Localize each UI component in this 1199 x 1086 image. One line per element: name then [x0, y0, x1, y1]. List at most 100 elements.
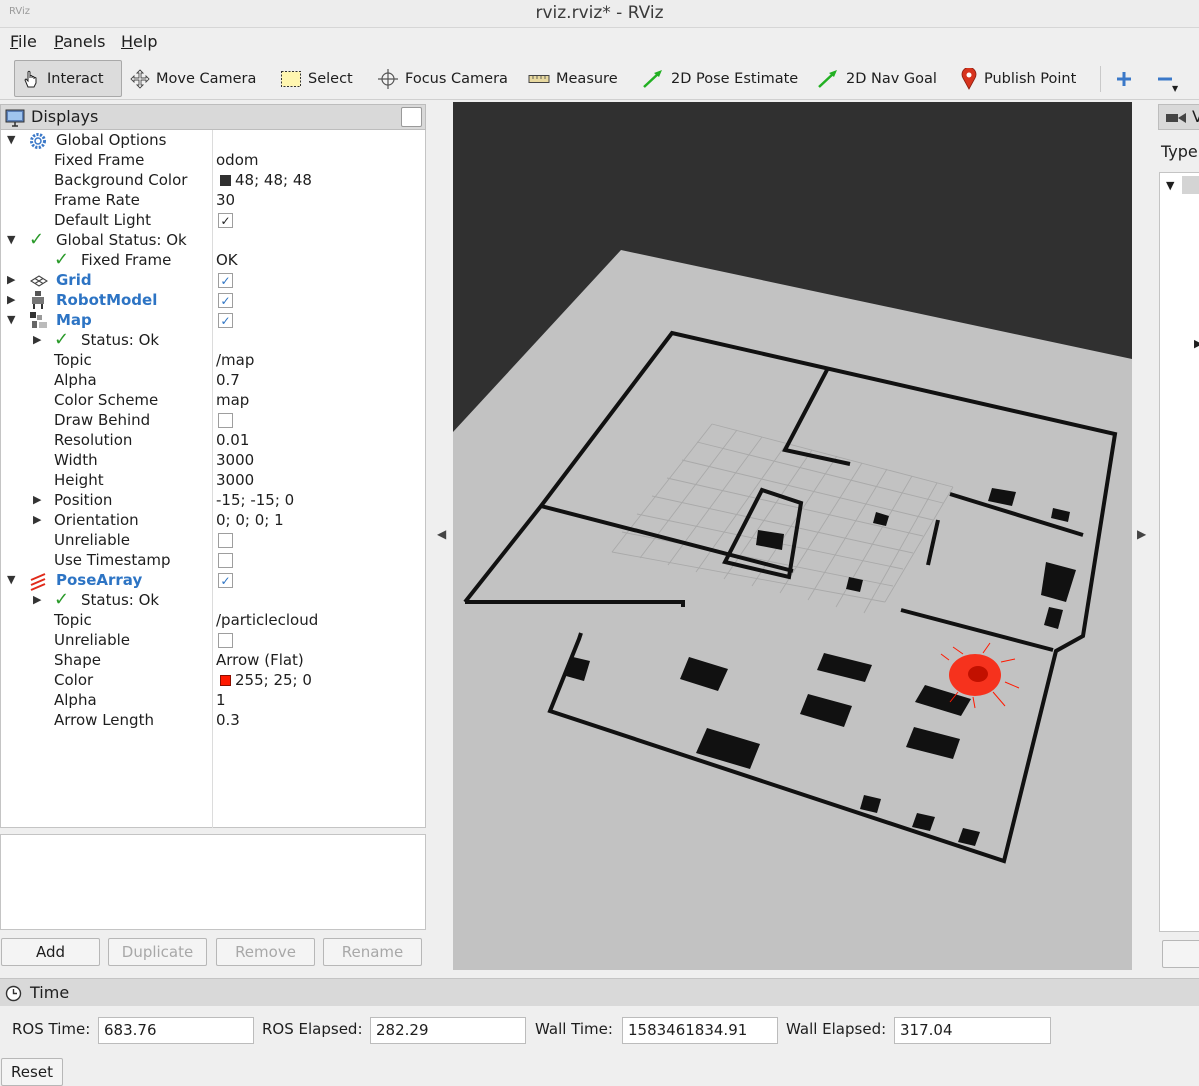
add-tool-button[interactable]	[1109, 60, 1139, 97]
property-value[interactable]: 1	[216, 691, 226, 709]
checkbox-unchecked[interactable]	[218, 533, 233, 548]
collapse-arrow-icon[interactable]: ▶	[33, 493, 41, 506]
focus-camera-tool-button[interactable]: Focus Camera	[371, 60, 514, 97]
tree-row-posearray-unreliable[interactable]: Unreliable	[1, 631, 425, 651]
property-value[interactable]: 0.7	[216, 371, 240, 389]
property-value[interactable]: odom	[216, 151, 259, 169]
interact-tool-button[interactable]: Interact	[14, 60, 122, 97]
property-value[interactable]: map	[216, 391, 249, 409]
publish-point-tool-button[interactable]: Publish Point	[954, 60, 1082, 97]
tree-row-global-status[interactable]: ▼ ✓ Global Status: Ok	[1, 229, 425, 251]
expand-arrow-icon[interactable]: ▼	[7, 313, 15, 326]
rename-display-button[interactable]: Rename	[323, 938, 422, 966]
pose-estimate-tool-button[interactable]: 2D Pose Estimate	[635, 60, 804, 97]
property-value[interactable]: 255; 25; 0	[216, 671, 312, 689]
tree-row-map-resolution[interactable]: Resolution 0.01	[1, 431, 425, 451]
measure-tool-button[interactable]: Measure	[522, 60, 624, 97]
3d-viewport[interactable]	[453, 102, 1132, 970]
property-value: 0.01	[216, 431, 250, 449]
expand-arrow-icon[interactable]: ▼	[7, 233, 15, 246]
collapse-left-panel-arrow-icon[interactable]: ◀	[437, 527, 446, 541]
collapse-arrow-icon[interactable]: ▶	[33, 333, 41, 346]
expand-arrow-icon[interactable]: ▼	[7, 573, 15, 586]
collapse-right-panel-arrow-icon[interactable]: ▶	[1137, 527, 1146, 541]
tree-row-posearray-arrow-length[interactable]: Arrow Length 0.3	[1, 711, 425, 731]
expand-arrow-icon[interactable]: ▼	[7, 133, 15, 146]
tree-row-global-options[interactable]: ▼ Global Options	[1, 131, 425, 151]
tree-row-map-use-timestamp[interactable]: Use Timestamp	[1, 551, 425, 571]
checkbox-checked[interactable]: ✓	[218, 313, 233, 328]
views-tree[interactable]: ▼ ▶	[1159, 172, 1199, 932]
tree-row-background-color[interactable]: Background Color 48; 48; 48	[1, 171, 425, 191]
menu-bar: File Panels Help	[0, 29, 1199, 55]
tree-row-default-light[interactable]: Default Light ✓	[1, 211, 425, 231]
remove-display-button[interactable]: Remove	[216, 938, 315, 966]
ros-elapsed-field[interactable]: 282.29	[370, 1017, 526, 1044]
tree-row-status-fixed-frame[interactable]: ✓ Fixed Frame OK	[1, 249, 425, 271]
tree-row-map-color-scheme[interactable]: Color Scheme map	[1, 391, 425, 411]
tree-row-map[interactable]: ▼ Map ✓	[1, 311, 425, 331]
property-value[interactable]: 30	[216, 191, 235, 209]
checkbox-checked[interactable]: ✓	[218, 293, 233, 308]
collapse-arrow-icon[interactable]: ▶	[7, 293, 15, 306]
tree-row-map-width[interactable]: Width 3000	[1, 451, 425, 471]
tree-row-map-draw-behind[interactable]: Draw Behind	[1, 411, 425, 431]
tree-row-map-topic[interactable]: Topic /map	[1, 351, 425, 371]
collapse-arrow-icon[interactable]: ▶	[7, 273, 15, 286]
duplicate-display-button[interactable]: Duplicate	[108, 938, 207, 966]
menu-file[interactable]: File	[10, 32, 37, 51]
ros-time-field[interactable]: 683.76	[98, 1017, 254, 1044]
tree-row-map-orientation[interactable]: ▶ Orientation 0; 0; 0; 1	[1, 511, 425, 531]
property-value[interactable]: /map	[216, 351, 254, 369]
plus-icon	[1117, 71, 1131, 86]
posearray-display-label: PoseArray	[56, 571, 143, 589]
tree-row-map-height[interactable]: Height 3000	[1, 471, 425, 491]
panel-float-button[interactable]	[401, 107, 422, 127]
checkbox-checked[interactable]: ✓	[218, 273, 233, 288]
tree-row-frame-rate[interactable]: Frame Rate 30	[1, 191, 425, 211]
nav-goal-tool-button[interactable]: 2D Nav Goal	[810, 60, 943, 97]
tree-row-posearray-topic[interactable]: Topic /particlecloud	[1, 611, 425, 631]
menu-panels[interactable]: Panels	[54, 32, 106, 51]
expand-arrow-icon[interactable]: ▼	[1166, 179, 1174, 192]
remove-tool-button[interactable]: ▼	[1150, 60, 1180, 97]
tree-row-map-unreliable[interactable]: Unreliable	[1, 531, 425, 551]
checkbox-unchecked[interactable]	[218, 553, 233, 568]
property-value[interactable]: Arrow (Flat)	[216, 651, 304, 669]
tree-row-map-status[interactable]: ▶ ✓ Status: Ok	[1, 329, 425, 351]
tree-row-posearray-shape[interactable]: Shape Arrow (Flat)	[1, 651, 425, 671]
collapse-arrow-icon[interactable]: ▶	[33, 513, 41, 526]
collapse-arrow-icon[interactable]: ▶	[1194, 337, 1199, 350]
tree-row-map-alpha[interactable]: Alpha 0.7	[1, 371, 425, 391]
property-label: Use Timestamp	[54, 551, 171, 569]
checkbox-unchecked[interactable]	[218, 413, 233, 428]
property-value[interactable]: 0.3	[216, 711, 240, 729]
checkbox-checked[interactable]: ✓	[218, 213, 233, 228]
tree-row-fixed-frame[interactable]: Fixed Frame odom	[1, 151, 425, 171]
tree-row-map-position[interactable]: ▶ Position -15; -15; 0	[1, 491, 425, 511]
ros-elapsed-label: ROS Elapsed:	[262, 1020, 363, 1038]
checkbox-unchecked[interactable]	[218, 633, 233, 648]
property-value[interactable]: 48; 48; 48	[216, 171, 312, 189]
tree-row-grid[interactable]: ▶ Grid ✓	[1, 271, 425, 291]
tree-row-posearray-status[interactable]: ▶ ✓ Status: Ok	[1, 589, 425, 611]
wall-time-field[interactable]: 1583461834.91	[622, 1017, 778, 1044]
move-camera-tool-button[interactable]: Move Camera	[124, 60, 262, 97]
collapse-arrow-icon[interactable]: ▶	[33, 593, 41, 606]
tree-row-posearray-alpha[interactable]: Alpha 1	[1, 691, 425, 711]
checkbox-checked[interactable]: ✓	[218, 573, 233, 588]
views-save-button[interactable]	[1162, 940, 1199, 968]
map-plane	[453, 250, 1132, 970]
tree-row-posearray-color[interactable]: Color 255; 25; 0	[1, 671, 425, 691]
add-display-button[interactable]: Add	[1, 938, 100, 966]
select-tool-button[interactable]: Select	[274, 60, 359, 97]
property-value[interactable]: /particlecloud	[216, 611, 318, 629]
menu-help[interactable]: Help	[121, 32, 157, 51]
views-current-row[interactable]	[1182, 176, 1199, 194]
displays-tree[interactable]: ▼ Global Options Fixed Frame odom Backgr…	[0, 130, 426, 828]
tree-row-robotmodel[interactable]: ▶ RobotModel ✓	[1, 291, 425, 311]
reset-button[interactable]: Reset	[1, 1058, 63, 1086]
tree-row-posearray[interactable]: ▼ PoseArray ✓	[1, 571, 425, 591]
property-value: 3000	[216, 471, 255, 489]
wall-elapsed-field[interactable]: 317.04	[894, 1017, 1051, 1044]
